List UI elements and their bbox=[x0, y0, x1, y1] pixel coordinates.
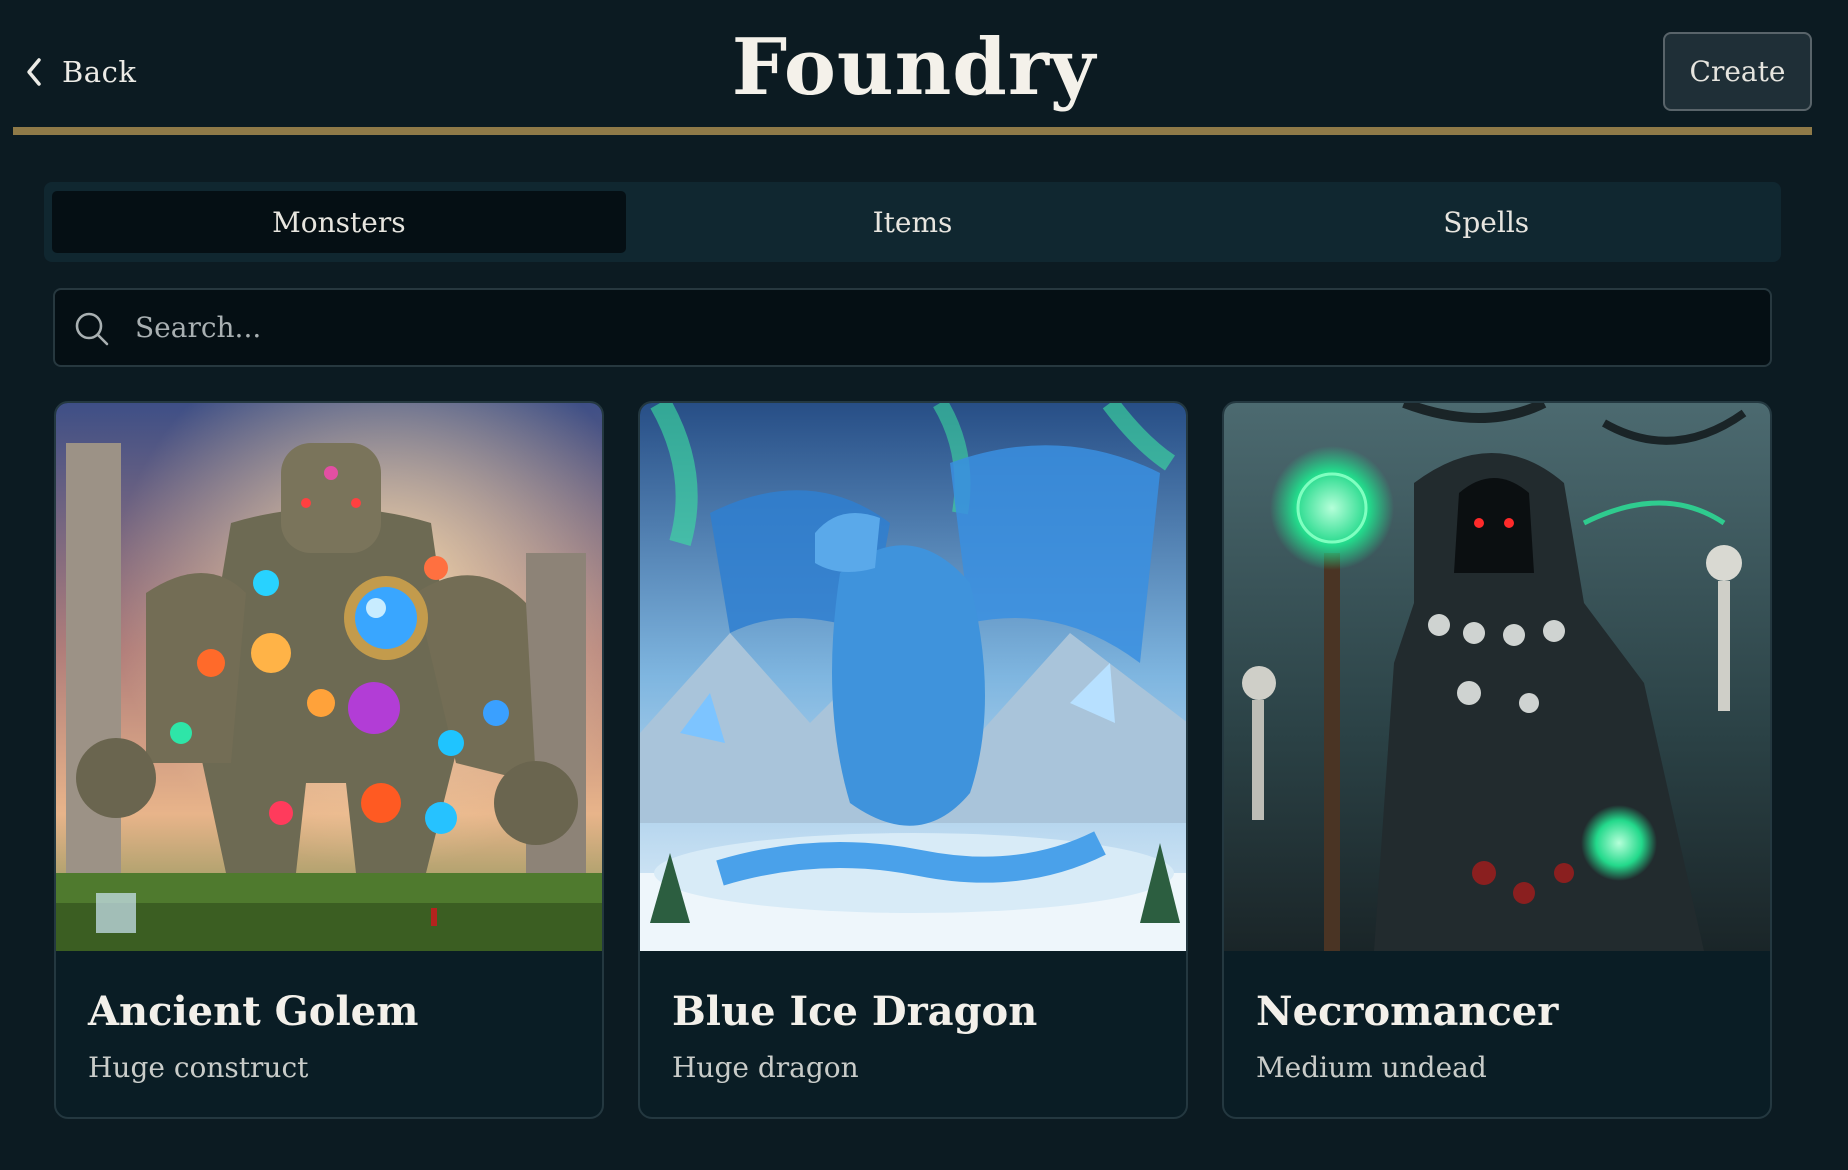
card-subtitle: Huge construct bbox=[88, 1051, 309, 1084]
tab-monsters[interactable]: Monsters bbox=[52, 191, 626, 253]
search-input[interactable] bbox=[135, 290, 1755, 365]
app-root: Back Foundry Create Monsters Items Spell… bbox=[0, 0, 1848, 1170]
monster-grid: Ancient Golem Huge construct Blue Ice Dr… bbox=[54, 401, 1774, 1119]
page-title: Foundry bbox=[731, 22, 1097, 113]
category-tabs: Monsters Items Spells bbox=[44, 182, 1781, 262]
tab-items[interactable]: Items bbox=[626, 191, 1200, 253]
search-bar bbox=[53, 288, 1772, 367]
necromancer-illustration bbox=[1224, 403, 1770, 951]
create-button[interactable]: Create bbox=[1663, 32, 1812, 111]
ice-dragon-illustration bbox=[640, 403, 1186, 951]
card-title: Ancient Golem bbox=[88, 988, 419, 1035]
monster-card[interactable]: Ancient Golem Huge construct bbox=[54, 401, 604, 1119]
monster-card[interactable]: Necromancer Medium undead bbox=[1222, 401, 1772, 1119]
top-bar: Back Foundry Create bbox=[0, 0, 1848, 136]
card-subtitle: Medium undead bbox=[1256, 1051, 1487, 1084]
card-subtitle: Huge dragon bbox=[672, 1051, 859, 1084]
monster-card[interactable]: Blue Ice Dragon Huge dragon bbox=[638, 401, 1188, 1119]
golem-illustration bbox=[56, 403, 602, 951]
card-title: Blue Ice Dragon bbox=[672, 988, 1038, 1035]
header-divider bbox=[13, 127, 1812, 135]
tab-spells[interactable]: Spells bbox=[1199, 191, 1773, 253]
card-title: Necromancer bbox=[1256, 988, 1559, 1035]
search-icon bbox=[73, 310, 111, 352]
